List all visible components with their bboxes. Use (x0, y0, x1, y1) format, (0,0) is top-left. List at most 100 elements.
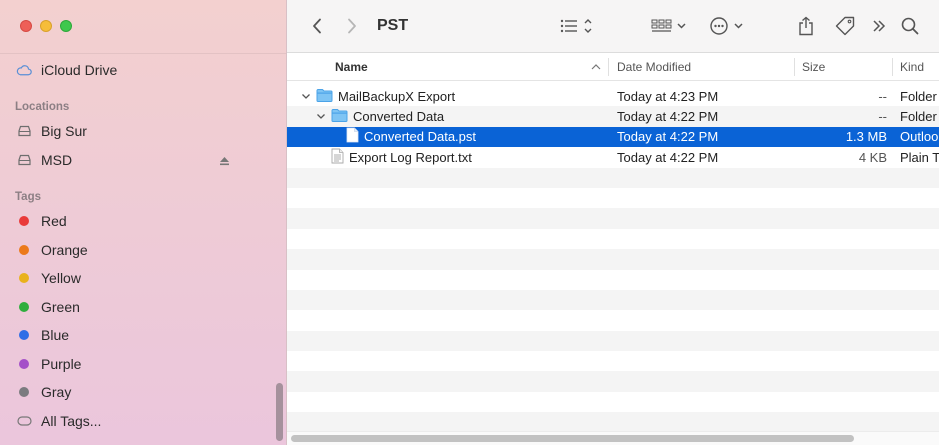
tag-orange-dot-icon (19, 245, 29, 255)
sidebar-tag-purple[interactable]: Purple (16, 352, 266, 376)
folder-icon (331, 108, 348, 125)
chevron-right-icon (348, 18, 356, 34)
sidebar-tag-red[interactable]: Red (16, 209, 266, 233)
view-list-button[interactable] (557, 13, 597, 39)
size-cell: 4 KB (858, 149, 887, 165)
chevron-double-right-icon (873, 20, 886, 32)
chevron-left-icon (313, 18, 321, 34)
empty-row (287, 249, 939, 270)
tag-blue-dot-icon (19, 330, 29, 340)
empty-row (287, 229, 939, 249)
column-date-header[interactable]: Date Modified (617, 60, 691, 74)
share-icon (799, 16, 813, 36)
search-button[interactable] (899, 13, 921, 39)
date-modified-cell: Today at 4:22 PM (617, 109, 719, 125)
file-name: Converted Data (353, 109, 445, 125)
all-tags-label: All Tags... (41, 413, 102, 429)
empty-row (287, 330, 939, 352)
more-circle-icon (710, 17, 743, 35)
sidebar-tag-orange[interactable]: Orange (16, 238, 266, 262)
sidebar: iCloud Drive Locations Big Sur MSD Tags … (0, 0, 287, 445)
all-tags-icon (16, 413, 32, 429)
close-button[interactable] (20, 20, 32, 32)
tag-purple-dot-icon (19, 359, 29, 369)
sort-ascending-chevron-icon[interactable] (591, 63, 601, 70)
empty-row (287, 351, 939, 371)
file-name: Export Log Report.txt (349, 149, 472, 165)
horizontal-scroll-thumb[interactable] (291, 435, 854, 442)
forward-button[interactable] (342, 13, 362, 39)
size-cell: -- (878, 109, 887, 125)
column-kind-header[interactable]: Kind (900, 60, 924, 74)
tag-label: Orange (41, 242, 88, 258)
text-file-icon (331, 148, 344, 167)
tag-green-dot-icon (19, 302, 29, 312)
file-name: MailBackupX Export (338, 88, 456, 104)
date-modified-cell: Today at 4:23 PM (617, 88, 719, 104)
table-row[interactable]: Export Log Report.txt Today at 4:22 PM 4… (287, 147, 939, 167)
locations-section-label: Locations (15, 101, 70, 113)
tags-section-label: Tags (15, 191, 41, 203)
empty-row (287, 392, 939, 412)
sidebar-item-label: iCloud Drive (41, 62, 118, 78)
size-cell: 1.3 MB (845, 129, 887, 145)
column-size-header[interactable]: Size (802, 60, 825, 74)
cloud-icon (16, 62, 32, 78)
table-row-selected[interactable]: Converted Data.pst Today at 4:22 PM 1.3 … (287, 126, 939, 148)
file-name: Converted Data.pst (364, 129, 477, 145)
minimize-button[interactable] (40, 20, 52, 32)
sidebar-scrollbar[interactable] (276, 383, 283, 441)
kind-cell: Folder (900, 109, 937, 125)
column-separator[interactable] (608, 58, 609, 76)
table-row[interactable]: Converted Data Today at 4:22 PM -- Folde… (287, 106, 939, 127)
kind-cell: Plain T (900, 149, 939, 165)
column-separator[interactable] (794, 58, 795, 76)
tag-red-dot-icon (19, 216, 29, 226)
horizontal-scrollbar[interactable] (287, 431, 939, 445)
sidebar-tag-yellow[interactable]: Yellow (16, 266, 266, 290)
sidebar-item-msd[interactable]: MSD (16, 148, 266, 172)
folder-icon (316, 88, 333, 105)
document-icon (346, 127, 359, 146)
disk-icon (16, 123, 32, 139)
tag-label: Blue (41, 327, 70, 343)
sidebar-tag-gray[interactable]: Gray (16, 380, 266, 404)
more-toolbar-button[interactable] (869, 13, 889, 39)
share-button[interactable] (795, 13, 817, 39)
action-button[interactable] (707, 13, 747, 39)
list-view-icon (560, 19, 592, 33)
kind-cell: Folder (900, 88, 937, 104)
tag-gray-dot-icon (19, 387, 29, 397)
grid-group-icon (651, 19, 686, 32)
kind-cell: Outloo (900, 129, 939, 145)
disk-icon (16, 152, 32, 168)
empty-row (287, 270, 939, 290)
sidebar-tag-green[interactable]: Green (16, 295, 266, 319)
sidebar-tag-blue[interactable]: Blue (16, 323, 266, 347)
column-header: Name Date Modified Size Kind (287, 53, 939, 81)
column-separator[interactable] (892, 58, 893, 76)
search-icon (901, 17, 919, 35)
tags-button[interactable] (833, 13, 857, 39)
empty-row (287, 208, 939, 229)
zoom-button[interactable] (60, 20, 72, 32)
group-button[interactable] (649, 13, 689, 39)
sidebar-all-tags[interactable]: All Tags... (16, 409, 266, 433)
eject-icon[interactable] (219, 153, 230, 169)
column-name-header[interactable]: Name (335, 60, 368, 74)
back-button[interactable] (307, 13, 327, 39)
sidebar-item-icloud-drive[interactable]: iCloud Drive (16, 58, 266, 82)
empty-row (287, 188, 939, 208)
disclosure-expanded-icon[interactable] (316, 112, 326, 122)
table-row[interactable]: MailBackupX Export Today at 4:23 PM -- F… (287, 86, 939, 106)
window-controls (20, 20, 72, 32)
empty-row (287, 289, 939, 311)
empty-row (287, 412, 939, 431)
tag-label: Green (41, 299, 80, 315)
file-list: MailBackupX Export Today at 4:23 PM -- F… (287, 86, 939, 431)
tag-icon (835, 16, 855, 36)
finder-window: iCloud Drive Locations Big Sur MSD Tags … (0, 0, 939, 445)
disclosure-expanded-icon[interactable] (301, 91, 311, 101)
sidebar-item-big-sur[interactable]: Big Sur (16, 119, 266, 143)
sidebar-item-label: MSD (41, 152, 73, 168)
